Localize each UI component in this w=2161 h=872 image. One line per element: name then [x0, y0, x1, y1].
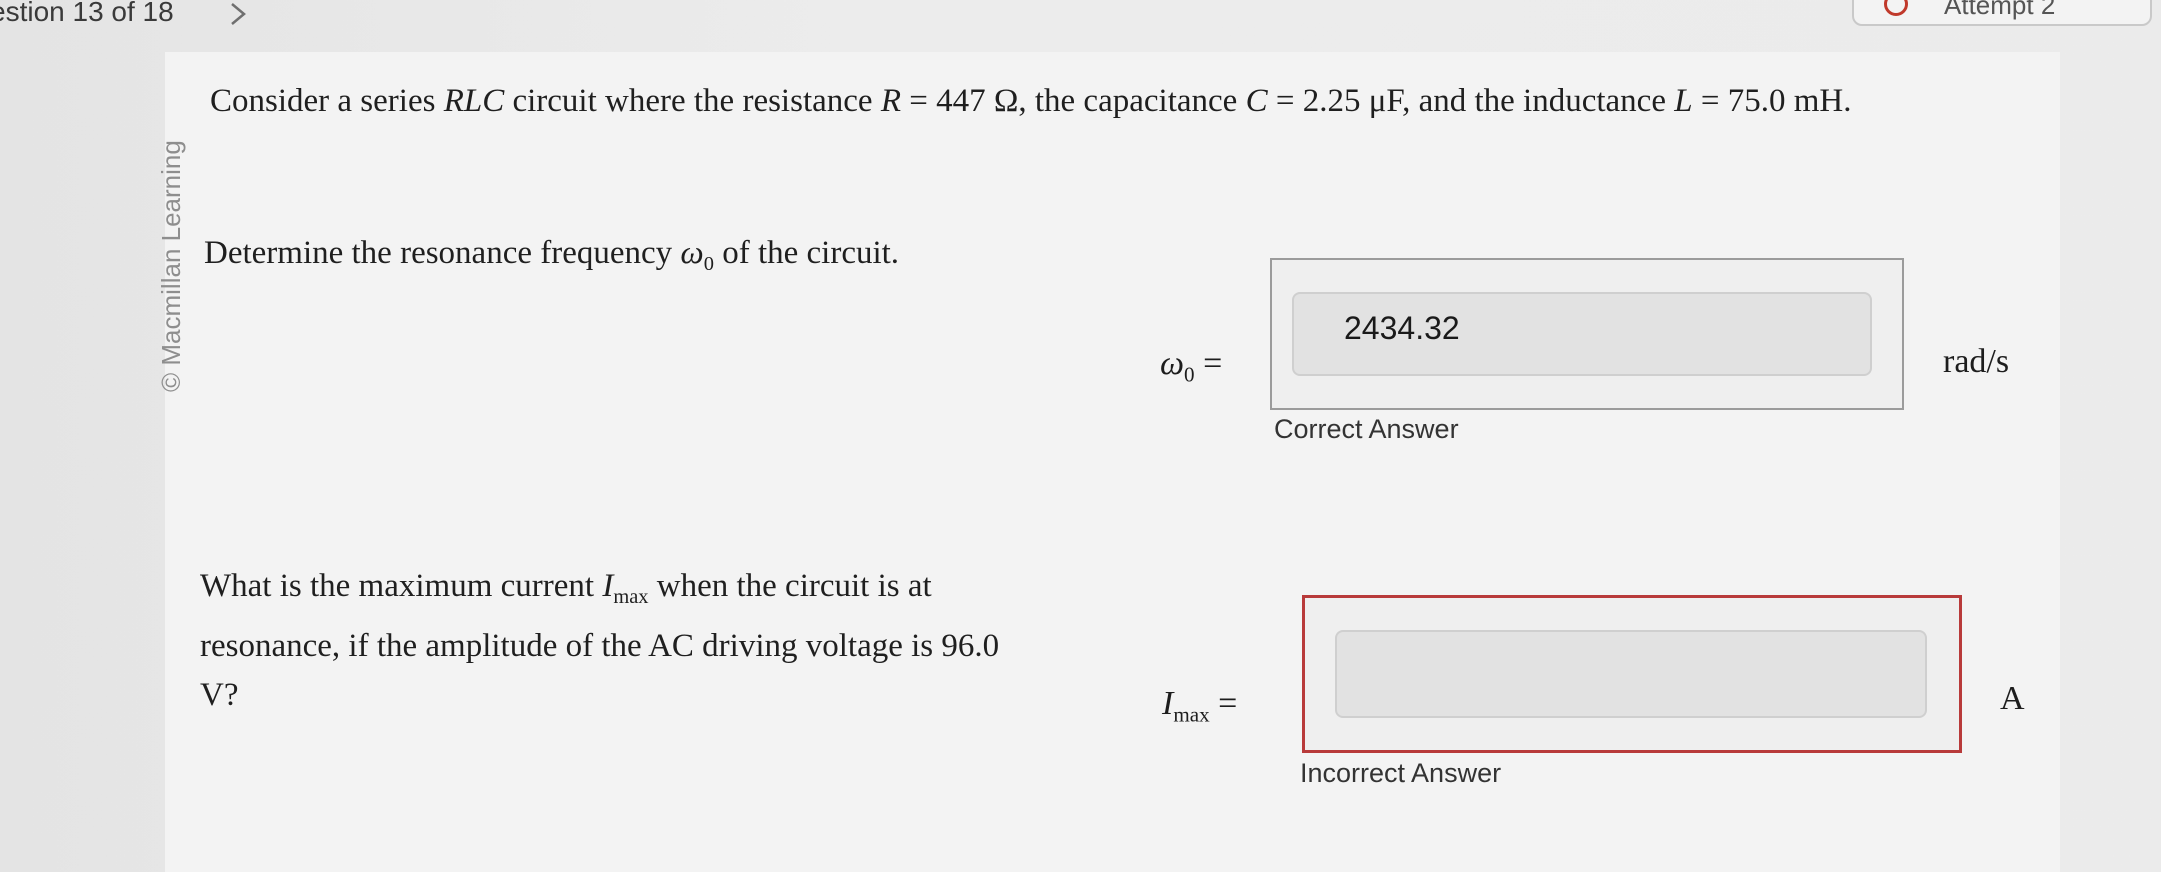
imax-unit: A — [2000, 680, 2025, 717]
question-counter: estion 13 of 18 — [0, 0, 174, 27]
part1-prompt: Determine the resonance frequency ω0 of … — [204, 235, 900, 276]
top-bar: estion 13 of 18 Attempt 2 — [0, 0, 2161, 40]
attempt-status-icon — [1884, 0, 1908, 16]
imax-label: Imax = — [1162, 685, 1238, 727]
part2-prompt: What is the maximum current Imax when th… — [200, 568, 1000, 714]
attempt-button[interactable]: Attempt 2 — [1852, 0, 2152, 26]
attempt-label: Attempt 2 — [1944, 0, 2056, 20]
omega0-answer-input[interactable]: 2434.32 — [1292, 292, 1872, 376]
imax-answer-input[interactable] — [1335, 630, 1927, 718]
problem-statement: Consider a series RLC circuit where the … — [210, 83, 1852, 119]
copyright-watermark: © Macmillan Learning — [156, 140, 186, 392]
chevron-right-icon[interactable] — [222, 0, 258, 30]
omega0-unit: rad/s — [1943, 343, 2010, 380]
correct-answer-status: Correct Answer — [1274, 414, 1459, 444]
omega0-label: ω0 = — [1160, 345, 1223, 387]
incorrect-answer-status: Incorrect Answer — [1300, 758, 1502, 788]
